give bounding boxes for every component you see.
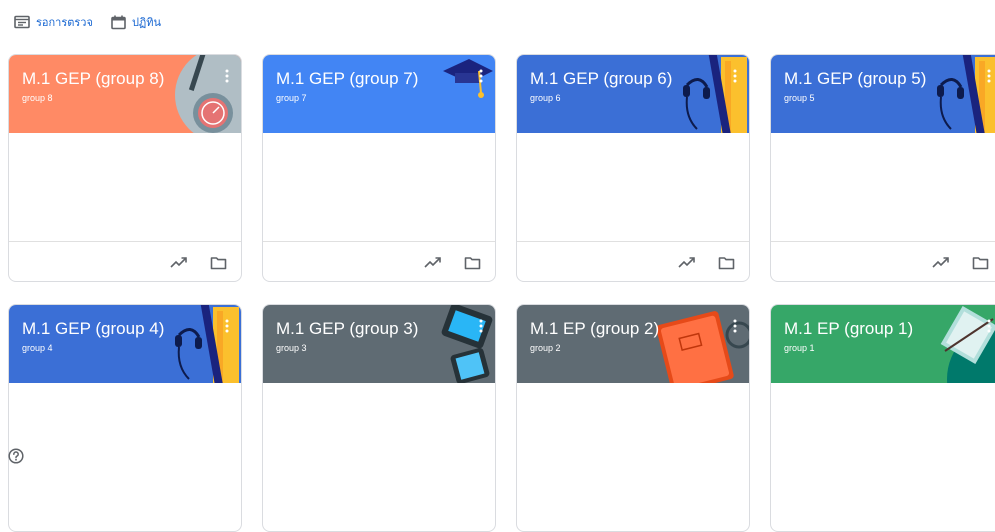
- trending-up-icon[interactable]: [678, 256, 696, 270]
- class-card-footer: [517, 241, 749, 281]
- more-vert-icon[interactable]: [733, 319, 737, 338]
- class-title[interactable]: M.1 GEP (group 7): [276, 69, 418, 89]
- tablets-art: [425, 305, 495, 383]
- more-vert-icon[interactable]: [225, 69, 229, 88]
- class-card[interactable]: M.1 GEP (group 7) group 7: [262, 54, 496, 282]
- to-review-link[interactable]: รอการตรวจ: [14, 13, 93, 31]
- folder-icon[interactable]: [972, 256, 989, 270]
- class-title[interactable]: M.1 GEP (group 3): [276, 319, 418, 339]
- card-actions: [932, 256, 989, 270]
- card-actions: [424, 256, 481, 270]
- class-section: group 7: [276, 93, 307, 103]
- class-card-header[interactable]: M.1 GEP (group 5) group 5: [771, 55, 995, 133]
- more-vert-icon[interactable]: [733, 69, 737, 88]
- trending-up-icon[interactable]: [170, 256, 188, 270]
- folder-icon[interactable]: [718, 256, 735, 270]
- class-title[interactable]: M.1 GEP (group 6): [530, 69, 672, 89]
- class-title[interactable]: M.1 EP (group 2): [530, 319, 659, 339]
- to-review-icon: [14, 15, 30, 29]
- class-card-header[interactable]: M.1 EP (group 1) group 1: [771, 305, 995, 383]
- class-card-header[interactable]: M.1 GEP (group 4) group 4: [9, 305, 241, 383]
- class-title[interactable]: M.1 GEP (group 8): [22, 69, 164, 89]
- top-toolbar: รอการตรวจ ปฏิทิน: [14, 12, 161, 32]
- graduation-cap-art: [435, 55, 495, 133]
- class-section: group 8: [22, 93, 53, 103]
- class-card[interactable]: M.1 GEP (group 3) group 3: [262, 304, 496, 532]
- class-card[interactable]: M.1 GEP (group 8) group 8: [8, 54, 242, 282]
- class-section: group 4: [22, 343, 53, 353]
- books-headphones-art: [171, 305, 241, 383]
- trending-up-icon[interactable]: [932, 256, 950, 270]
- class-card-footer: [9, 241, 241, 281]
- class-section: group 3: [276, 343, 307, 353]
- card-actions: [170, 256, 227, 270]
- class-title[interactable]: M.1 EP (group 1): [784, 319, 913, 339]
- class-card-header[interactable]: M.1 GEP (group 7) group 7: [263, 55, 495, 133]
- class-card-footer: [771, 241, 995, 281]
- more-vert-icon[interactable]: [987, 69, 991, 88]
- folder-icon[interactable]: [464, 256, 481, 270]
- class-section: group 5: [784, 93, 815, 103]
- more-vert-icon[interactable]: [987, 319, 991, 338]
- class-card-header[interactable]: M.1 GEP (group 3) group 3: [263, 305, 495, 383]
- class-title[interactable]: M.1 GEP (group 5): [784, 69, 926, 89]
- help-icon[interactable]: [8, 448, 24, 469]
- class-section: group 2: [530, 343, 561, 353]
- class-card-header[interactable]: M.1 GEP (group 6) group 6: [517, 55, 749, 133]
- card-actions: [678, 256, 735, 270]
- books-headphones-art: [933, 55, 995, 133]
- class-title[interactable]: M.1 GEP (group 4): [22, 319, 164, 339]
- class-card-footer: [263, 241, 495, 281]
- class-section: group 6: [530, 93, 561, 103]
- class-card[interactable]: M.1 GEP (group 6) group 6: [516, 54, 750, 282]
- class-section: group 1: [784, 343, 815, 353]
- calendar-icon: [111, 15, 126, 30]
- book-leaf-art: [923, 305, 995, 383]
- trending-up-icon[interactable]: [424, 256, 442, 270]
- to-review-label: รอการตรวจ: [36, 17, 93, 29]
- class-card[interactable]: M.1 GEP (group 4) group 4: [8, 304, 242, 532]
- notebook-art: [649, 305, 749, 383]
- more-vert-icon[interactable]: [479, 69, 483, 88]
- calendar-link[interactable]: ปฏิทิน: [111, 13, 161, 31]
- class-card[interactable]: M.1 GEP (group 5) group 5: [770, 54, 995, 282]
- more-vert-icon[interactable]: [225, 319, 229, 338]
- folder-icon[interactable]: [210, 256, 227, 270]
- more-vert-icon[interactable]: [479, 319, 483, 338]
- class-card[interactable]: M.1 EP (group 2) group 2: [516, 304, 750, 532]
- class-card-header[interactable]: M.1 GEP (group 8) group 8: [9, 55, 241, 133]
- calendar-label: ปฏิทิน: [131, 17, 162, 29]
- books-headphones-art: [679, 55, 749, 133]
- compass-art: [151, 55, 241, 133]
- class-card-header[interactable]: M.1 EP (group 2) group 2: [517, 305, 749, 383]
- class-card[interactable]: M.1 EP (group 1) group 1: [770, 304, 995, 532]
